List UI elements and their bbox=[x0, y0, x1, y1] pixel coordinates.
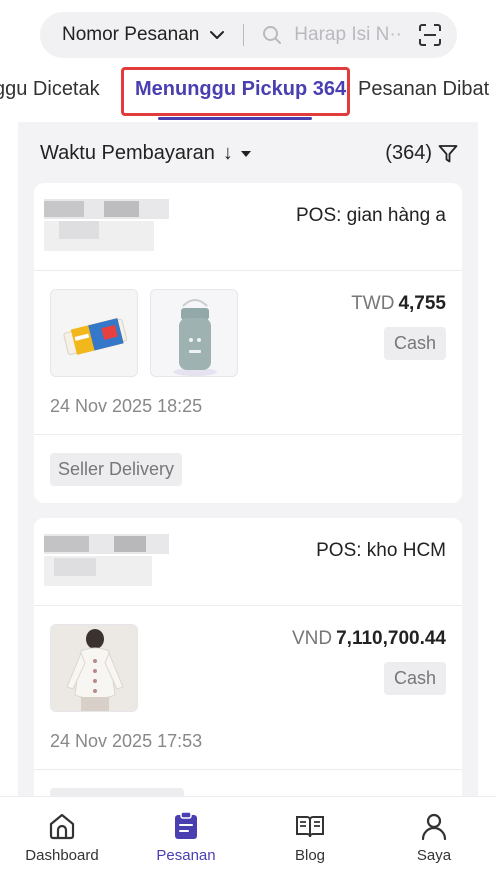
filter-icon[interactable] bbox=[438, 144, 458, 164]
search-bar: Nomor Pesanan bbox=[40, 12, 457, 58]
order-list: Waktu Pembayaran ↓ (364) POS: gian hàng … bbox=[18, 122, 478, 802]
orders-icon bbox=[175, 811, 197, 839]
pos-store-label: POS: kho HCM bbox=[316, 540, 446, 561]
order-amount: TWD 4,755 bbox=[351, 293, 446, 315]
nav-label: Pesanan bbox=[156, 847, 216, 864]
order-card-body: TWD 4,755 Cash 24 Nov 2025 18:25 bbox=[34, 271, 462, 435]
amount-currency: TWD bbox=[351, 293, 395, 314]
store-name-redacted bbox=[44, 534, 169, 590]
delivery-type-badge: Seller Delivery bbox=[50, 453, 183, 486]
amount-value: 7,110,700.44 bbox=[336, 628, 446, 649]
amount-value: 4,755 bbox=[398, 293, 446, 314]
search-type-label: Nomor Pesanan bbox=[62, 24, 200, 45]
user-icon bbox=[421, 813, 447, 841]
sort-row: Waktu Pembayaran ↓ (364) bbox=[40, 142, 458, 165]
order-count: (364) bbox=[385, 142, 432, 164]
nav-label: Dashboard bbox=[25, 847, 99, 864]
order-time: 24 Nov 2025 17:53 bbox=[50, 731, 203, 751]
tab-waiting-print[interactable]: ggu Dicetak bbox=[0, 78, 100, 101]
nav-item-dashboard[interactable]: Dashboard bbox=[0, 797, 124, 879]
home-icon bbox=[49, 813, 75, 840]
product-thumbnail[interactable] bbox=[50, 289, 138, 377]
search-type-dropdown[interactable]: Nomor Pesanan bbox=[40, 12, 225, 58]
chevron-down-icon bbox=[210, 31, 225, 39]
order-card-header: POS: kho HCM bbox=[34, 518, 462, 606]
tab-highlight-box bbox=[121, 67, 350, 116]
book-icon bbox=[296, 816, 324, 838]
pos-store-label: POS: gian hàng a bbox=[296, 205, 446, 226]
search-input[interactable] bbox=[294, 24, 405, 46]
nav-label: Blog bbox=[294, 847, 326, 864]
eraser-product-image bbox=[51, 290, 137, 376]
status-tabs: ggu Dicetak Menunggu Pickup 364 Pesanan … bbox=[0, 64, 496, 122]
order-card-header: POS: gian hàng a bbox=[34, 183, 462, 271]
order-card[interactable]: POS: gian hàng a TWD 4,755 Cash 24 Nov 2… bbox=[34, 183, 462, 503]
product-thumbnail[interactable] bbox=[150, 289, 238, 377]
caret-down-icon bbox=[240, 150, 251, 157]
nav-item-blog[interactable]: Blog bbox=[248, 797, 372, 879]
order-card-footer: Seller Delivery bbox=[34, 435, 462, 503]
payment-method-badge: Cash bbox=[383, 662, 446, 695]
product-thumbnail[interactable] bbox=[50, 624, 138, 712]
payment-method-badge: Cash bbox=[383, 327, 446, 360]
order-card-body: VND 7,110,700.44 Cash 24 Nov 2025 17:53 bbox=[34, 606, 462, 770]
filter-area[interactable]: (364) bbox=[385, 142, 458, 165]
nav-label: Saya bbox=[416, 847, 452, 864]
scan-icon[interactable] bbox=[419, 24, 441, 46]
nav-item-saya[interactable]: Saya bbox=[372, 797, 496, 879]
nav-item-pesanan[interactable]: Pesanan bbox=[124, 797, 248, 879]
amount-currency: VND bbox=[291, 628, 333, 649]
order-amount: VND 7,110,700.44 bbox=[292, 628, 446, 650]
tab-active-indicator bbox=[158, 117, 312, 120]
search-divider bbox=[243, 24, 245, 46]
sort-direction-icon: ↓ bbox=[222, 142, 233, 164]
bottom-nav: Dashboard Pesanan Blog Saya bbox=[0, 796, 496, 879]
sort-label: Waktu Pembayaran bbox=[40, 142, 215, 164]
sort-dropdown[interactable]: Waktu Pembayaran ↓ bbox=[40, 142, 251, 165]
store-name-redacted bbox=[44, 199, 169, 255]
order-card[interactable]: POS: kho HCM VND 7,110,700.44 Cash 24 No… bbox=[34, 518, 462, 802]
blouse-product-image bbox=[51, 625, 137, 711]
order-time: 24 Nov 2025 18:25 bbox=[50, 396, 203, 416]
bottle-product-image bbox=[151, 290, 237, 376]
tab-cancelled-orders[interactable]: Pesanan Dibat bbox=[358, 78, 489, 101]
search-icon bbox=[263, 26, 282, 44]
